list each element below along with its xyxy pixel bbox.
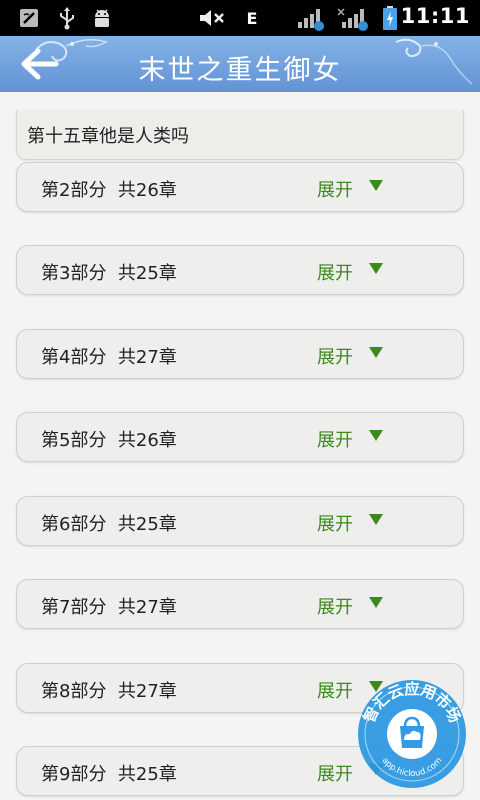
battery-charging-icon: [380, 6, 400, 30]
triangle-down-icon[interactable]: [369, 514, 383, 525]
expand-button[interactable]: 展开: [317, 259, 353, 285]
expand-button[interactable]: 展开: [317, 426, 353, 452]
status-bar: E 11:11: [0, 0, 480, 36]
edge-data-icon: E: [246, 8, 258, 28]
signal-1-icon: [292, 6, 326, 31]
expand-button[interactable]: 展开: [317, 176, 353, 202]
part-label: 第3部分 共25章: [41, 263, 177, 284]
triangle-down-icon[interactable]: [369, 263, 383, 274]
part-label: 第6部分 共25章: [41, 514, 177, 535]
triangle-down-icon[interactable]: [369, 347, 383, 358]
expand-button[interactable]: 展开: [317, 760, 353, 786]
title-bar: 末世之重生御女: [0, 36, 480, 92]
current-chapter-card[interactable]: 第十五章他是人类吗: [16, 110, 464, 160]
clock: 11:11: [400, 4, 470, 28]
triangle-down-icon[interactable]: [369, 597, 383, 608]
hicloud-watermark-logo: 智汇云应用市场 app.hicloud.com: [358, 680, 466, 788]
part-row[interactable]: 第6部分 共25章 展开: [16, 496, 464, 546]
expand-button[interactable]: 展开: [317, 593, 353, 619]
triangle-down-icon[interactable]: [369, 180, 383, 191]
part-row[interactable]: 第3部分 共25章 展开: [16, 245, 464, 295]
android-debug-icon: [90, 6, 114, 30]
mute-icon: [198, 6, 226, 30]
part-label: 第7部分 共27章: [41, 597, 177, 618]
expand-button[interactable]: 展开: [317, 677, 353, 703]
expand-button[interactable]: 展开: [317, 510, 353, 536]
page-title: 末世之重生御女: [138, 55, 342, 86]
signal-2-icon: [336, 6, 370, 31]
part-label: 第4部分 共27章: [41, 347, 177, 368]
part-row[interactable]: 第7部分 共27章 展开: [16, 579, 464, 629]
part-row[interactable]: 第2部分 共26章 展开: [16, 162, 464, 212]
triangle-down-icon[interactable]: [369, 430, 383, 441]
part-label: 第8部分 共27章: [41, 681, 177, 702]
expand-button[interactable]: 展开: [317, 343, 353, 369]
part-row[interactable]: 第4部分 共27章 展开: [16, 329, 464, 379]
part-label: 第5部分 共26章: [41, 430, 177, 451]
no-sim-icon: [16, 6, 42, 30]
chapter-title: 第十五章他是人类吗: [27, 126, 189, 147]
usb-icon: [56, 6, 78, 30]
part-label: 第2部分 共26章: [41, 180, 177, 201]
part-label: 第9部分 共25章: [41, 764, 177, 785]
part-row[interactable]: 第5部分 共26章 展开: [16, 412, 464, 462]
